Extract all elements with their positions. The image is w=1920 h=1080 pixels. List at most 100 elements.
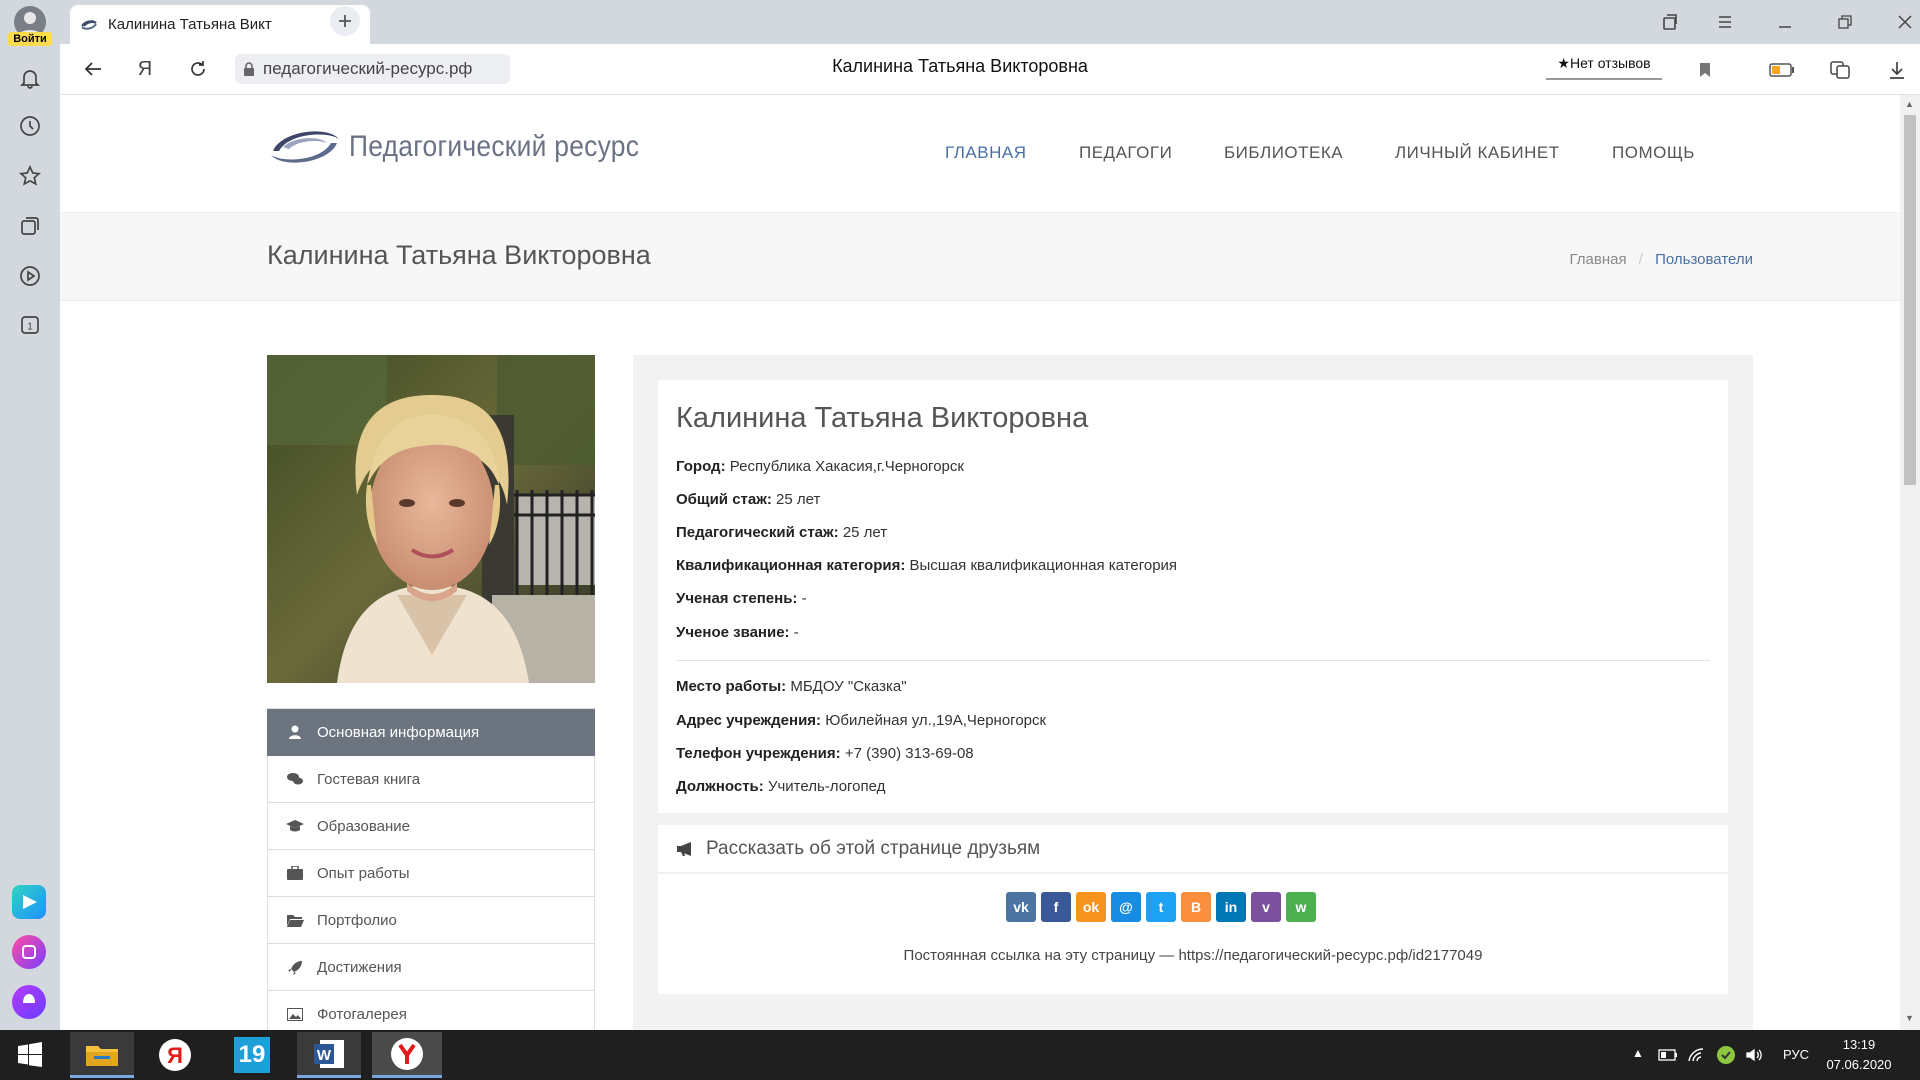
battery-icon[interactable] [1657,1044,1679,1066]
field-label: Общий стаж: [676,491,772,508]
logo-text: Педагогический ресурс [349,130,640,163]
wifi-icon[interactable] [1686,1044,1708,1066]
field-phone: Телефон учреждения: +7 (390) 313-69-08 [676,745,974,762]
menu-item-label: Фотогалерея [317,1005,407,1023]
reload-icon[interactable] [183,54,213,84]
permalink-text[interactable]: Постоянная ссылка на эту страницу — http… [658,947,1728,964]
download-icon[interactable] [1882,55,1912,85]
field-address: Адрес учреждения: Юбилейная ул.,19А,Черн… [676,712,1046,729]
vk-share-button[interactable]: vk [1006,892,1036,922]
volume-icon[interactable] [1744,1044,1766,1066]
menu-item-label: Достижения [317,958,402,976]
menu-icon[interactable] [1710,8,1740,36]
browser-tab[interactable]: Калинина Татьяна Викт ✕ [70,5,370,44]
yandex-browser-taskbar-icon[interactable]: Я [145,1032,205,1078]
page-scrollbar[interactable]: ▲ ▼ [1900,95,1920,1030]
share-title: Рассказать об этой странице друзьям [706,837,1041,859]
field-workplace: Место работы: МБДОУ "Сказка" [676,678,907,695]
purple-app-icon[interactable] [12,935,46,969]
play-icon[interactable] [16,262,44,290]
field-value: Учитель-логопед [767,778,886,795]
tab-manager-icon[interactable] [1655,8,1685,36]
field-city: Город: Республика Хакасия,г.Черногорск [676,458,964,475]
briefcase-icon [286,866,304,880]
field-title: Ученое звание: - [676,624,799,641]
comments-icon [286,772,304,786]
word-app-icon[interactable]: W [297,1032,361,1078]
translate-icon[interactable] [1825,55,1855,85]
moimir-share-button[interactable]: @ [1111,892,1141,922]
yandex-logo-icon[interactable]: Я [130,54,160,84]
rocket-icon [286,960,304,975]
whatsapp-share-button[interactable]: w [1286,892,1316,922]
field-label: Квалификационная категория: [676,557,906,574]
scroll-down-arrow-icon[interactable]: ▼ [1905,1013,1914,1023]
close-window-icon[interactable] [1890,8,1920,36]
blogger-share-button[interactable]: B [1181,892,1211,922]
menu-item-experience[interactable]: Опыт работы [267,850,595,897]
alice-assistant-icon[interactable] [12,985,46,1019]
back-arrow-icon[interactable] [78,54,108,84]
windows-start-icon[interactable] [8,1040,52,1070]
breadcrumb-current[interactable]: Пользователи [1655,251,1753,268]
breadcrumb-home[interactable]: Главная [1569,251,1626,268]
profile-menu: Основная информация Гостевая книга Образ… [267,708,595,1030]
history-icon[interactable] [16,112,44,140]
url-field[interactable]: педагогический-ресурс.рф [235,54,510,84]
site-logo[interactable]: Педагогический ресурс [267,117,717,177]
windows-taskbar: Я 19 W ▲ РУС 13:19 07.06.2020 [0,1030,1920,1080]
share-buttons: vk f ok @ t B in v w [1006,892,1316,922]
svg-text:Я: Я [167,1043,183,1068]
clock-time[interactable]: 13:19 [1828,1037,1890,1052]
collections-icon[interactable] [16,212,44,240]
login-badge[interactable]: Войти [8,32,52,46]
nav-library[interactable]: БИБЛИОТЕКА [1224,143,1343,163]
odnoklassniki-share-button[interactable]: ok [1076,892,1106,922]
nav-teachers[interactable]: ПЕДАГОГИ [1079,143,1172,163]
url-text: педагогический-ресурс.рф [263,59,473,78]
menu-item-photogallery[interactable]: Фотогалерея [267,991,595,1030]
new-tab-icon[interactable] [330,6,360,36]
calendar-badge: 19 [234,1037,270,1073]
facebook-share-button[interactable]: f [1041,892,1071,922]
site-favicon-icon [80,18,98,32]
file-explorer-icon[interactable] [70,1032,134,1078]
battery-saver-icon[interactable] [1765,55,1799,85]
field-label: Ученая степень: [676,590,798,607]
show-hidden-icons[interactable]: ▲ [1632,1046,1644,1060]
restore-window-icon[interactable] [1830,8,1860,36]
bell-icon[interactable] [16,64,44,92]
menu-item-education[interactable]: Образование [267,803,595,850]
reviews-button[interactable]: ★Нет отзывов [1546,52,1662,80]
field-label: Ученое звание: [676,624,790,641]
menu-item-achievements[interactable]: Достижения [267,944,595,991]
blogger-icon: B [1190,899,1202,915]
field-degree: Ученая степень: - [676,590,807,607]
viber-share-button[interactable]: v [1251,892,1281,922]
bullhorn-icon [676,841,694,857]
address-bar: Я педагогический-ресурс.рф Калинина Тать… [60,44,1920,95]
scroll-up-arrow-icon[interactable]: ▲ [1905,99,1914,109]
scrollbar-thumb[interactable] [1904,115,1916,485]
counter-icon[interactable]: 1 [16,311,44,339]
calendar-app-icon[interactable]: 19 [222,1032,282,1078]
menu-item-guestbook[interactable]: Гостевая книга [267,756,595,803]
messenger-app-icon[interactable] [12,885,46,919]
nav-home[interactable]: ГЛАВНАЯ [945,143,1026,163]
nav-help[interactable]: ПОМОЩЬ [1612,143,1695,163]
nav-account[interactable]: ЛИЧНЫЙ КАБИНЕТ [1395,143,1560,163]
security-shield-icon[interactable] [1715,1044,1737,1066]
minimize-icon[interactable] [1770,8,1800,36]
clock-date[interactable]: 07.06.2020 [1822,1057,1896,1072]
language-indicator[interactable]: РУС [1783,1047,1809,1062]
linkedin-share-button[interactable]: in [1216,892,1246,922]
menu-item-portfolio[interactable]: Портфолио [267,897,595,944]
bookmark-icon[interactable] [1690,55,1720,85]
breadcrumb: Главная / Пользователи [1460,251,1753,268]
twitter-share-button[interactable]: t [1146,892,1176,922]
yandex-active-taskbar-icon[interactable] [372,1032,442,1078]
linkedin-icon: in [1224,899,1238,915]
bookmarks-star-icon[interactable] [16,162,44,190]
menu-item-main-info[interactable]: Основная информация [267,709,595,756]
menu-item-label: Основная информация [317,723,480,741]
